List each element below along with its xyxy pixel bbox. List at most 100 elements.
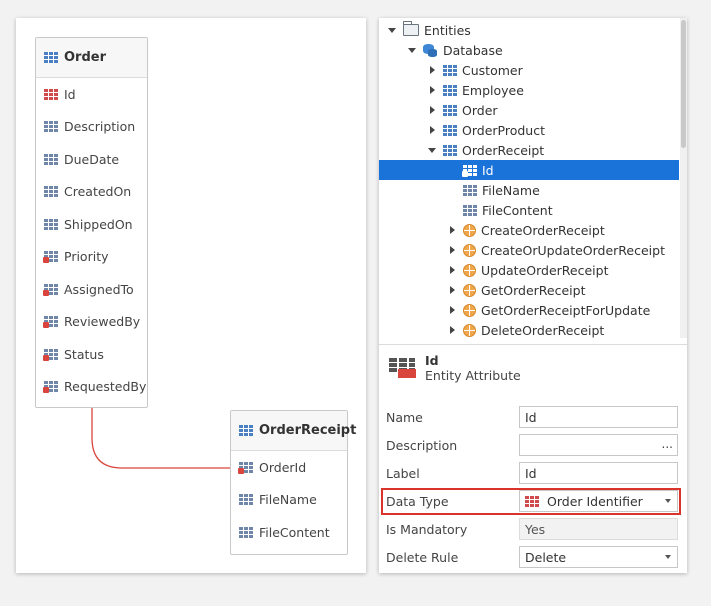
attribute-icon	[44, 153, 58, 165]
entity-attribute-row[interactable]: Status	[36, 338, 147, 371]
attribute-icon	[44, 121, 58, 133]
tree-item-label: GetOrderReceipt	[481, 282, 586, 298]
entity-icon	[44, 52, 58, 63]
tree-item[interactable]: OrderReceipt	[379, 140, 679, 160]
entity-attribute-name: Description	[64, 119, 136, 135]
collapsed-arrow-icon[interactable]	[427, 65, 437, 75]
entity-attribute-row[interactable]: FileContent	[231, 516, 347, 549]
tree-item[interactable]: CreateOrUpdateOrderReceipt	[379, 240, 679, 260]
entity-attribute-icon	[387, 357, 417, 379]
tree-item[interactable]: Database	[379, 40, 679, 60]
collapsed-arrow-icon[interactable]	[427, 85, 437, 95]
tree-item[interactable]: CreateOrderReceipt	[379, 220, 679, 240]
entity-attribute-row[interactable]: CreatedOn	[36, 176, 147, 209]
collapsed-arrow-icon[interactable]	[447, 265, 457, 275]
entity-attribute-row[interactable]: RequestedBy	[36, 371, 147, 404]
entity-icon	[443, 104, 457, 116]
is-mandatory-field: Yes	[519, 518, 678, 540]
entity-attribute-name: Priority	[64, 249, 109, 265]
order-receipt-attribute-list: OrderId FileName FileContent	[231, 451, 347, 549]
tree-item-label: Employee	[462, 82, 524, 98]
entity-attribute-row[interactable]: DueDate	[36, 143, 147, 176]
tree-item-label: Id	[482, 162, 494, 178]
entity-attribute-name: CreatedOn	[64, 184, 132, 200]
entity-action-icon	[463, 263, 476, 277]
tree-item[interactable]: FileContent	[379, 200, 679, 220]
entity-attribute-row[interactable]: Description	[36, 111, 147, 144]
entity-attribute-row[interactable]: ReviewedBy	[36, 306, 147, 339]
order-entity-header[interactable]: Order	[36, 38, 147, 78]
tree-item[interactable]: Employee	[379, 80, 679, 100]
properties-title: Id	[425, 352, 439, 368]
collapsed-arrow-icon[interactable]	[447, 245, 457, 255]
entity-attribute-row[interactable]: ShippedOn	[36, 208, 147, 241]
order-receipt-entity-card[interactable]: OrderReceipt OrderId FileName FileContent	[230, 410, 356, 555]
data-type-label: Data Type	[386, 493, 449, 509]
tree-item-label: OrderProduct	[462, 122, 545, 138]
collapsed-arrow-icon[interactable]	[447, 285, 457, 295]
entity-attribute-row[interactable]: OrderId	[231, 451, 347, 484]
tree-item[interactable]: Customer	[379, 60, 679, 80]
tree-item[interactable]: OrderProduct	[379, 120, 679, 140]
expanded-arrow-icon[interactable]	[407, 45, 417, 55]
tree-item[interactable]: Entities	[379, 20, 679, 40]
prop-row-label: Label Id	[379, 459, 687, 487]
delete-rule-dropdown[interactable]: Delete	[519, 546, 678, 568]
primary-key-icon	[44, 88, 58, 100]
collapsed-arrow-icon[interactable]	[447, 305, 457, 315]
tree-item[interactable]: GetOrderReceipt	[379, 280, 679, 300]
tree-item[interactable]: Id	[379, 160, 679, 180]
order-entity-name: Order	[64, 50, 106, 65]
expanded-arrow-icon[interactable]	[387, 25, 397, 35]
identifier-icon	[525, 495, 539, 507]
name-value: Id	[525, 409, 537, 425]
prop-row-name: Name Id	[379, 403, 687, 431]
entity-attribute-name: DueDate	[64, 151, 120, 167]
elements-tree[interactable]: Entities Database Customer Employee Order Ord…	[379, 20, 679, 340]
tree-item[interactable]: DeleteOrderReceipt	[379, 320, 679, 340]
collapsed-arrow-icon[interactable]	[427, 105, 437, 115]
tree-scrollbar[interactable]	[680, 18, 687, 338]
entity-attribute-row[interactable]: AssignedTo	[36, 273, 147, 306]
data-type-dropdown[interactable]: Order Identifier	[519, 490, 678, 512]
collapsed-arrow-icon[interactable]	[447, 225, 457, 235]
chevron-down-icon[interactable]	[665, 555, 671, 559]
tree-item-label: FileName	[482, 182, 540, 198]
folder-icon	[403, 21, 419, 36]
label-value: Id	[525, 465, 537, 481]
tree-scrollbar-thumb[interactable]	[681, 20, 686, 148]
attribute-icon	[463, 204, 477, 216]
prop-row-is-mandatory: Is Mandatory Yes	[379, 515, 687, 543]
name-field[interactable]: Id	[519, 406, 678, 428]
collapsed-arrow-icon[interactable]	[447, 325, 457, 335]
is-mandatory-value: Yes	[525, 521, 546, 537]
tree-item[interactable]: FileName	[379, 180, 679, 200]
attribute-icon	[44, 218, 58, 230]
prop-row-description: Description ...	[379, 431, 687, 459]
tree-item[interactable]: GetOrderReceiptForUpdate	[379, 300, 679, 320]
entity-attribute-name: OrderId	[259, 459, 307, 475]
label-field[interactable]: Id	[519, 462, 678, 484]
entity-attribute-row[interactable]: Priority	[36, 241, 147, 274]
expanded-arrow-icon[interactable]	[427, 145, 437, 155]
name-label: Name	[386, 409, 423, 425]
entity-attribute-row[interactable]: Id	[36, 78, 147, 111]
entity-icon	[443, 84, 457, 96]
attribute-icon	[463, 184, 477, 196]
collapsed-arrow-icon[interactable]	[427, 125, 437, 135]
entity-attribute-name: FileName	[259, 492, 317, 508]
entity-diagram-canvas[interactable]: Order Id Description DueDate CreatedOn Shipp…	[16, 18, 366, 573]
description-field[interactable]: ...	[519, 434, 678, 456]
tree-item[interactable]: Order	[379, 100, 679, 120]
description-expand-button[interactable]: ...	[662, 437, 673, 451]
order-receipt-entity-header[interactable]: OrderReceipt	[231, 411, 356, 451]
entity-attribute-row[interactable]: FileName	[231, 484, 347, 517]
order-entity-card[interactable]: Order Id Description DueDate CreatedOn Shipp…	[35, 37, 148, 408]
label-label: Label	[386, 465, 420, 481]
tree-item[interactable]: UpdateOrderReceipt	[379, 260, 679, 280]
prop-row-data-type: Data Type Order Identifier	[379, 487, 687, 515]
delete-rule-label: Delete Rule	[386, 549, 459, 565]
entity-attribute-name: Id	[64, 86, 76, 102]
chevron-down-icon[interactable]	[665, 499, 671, 503]
tree-item-label: CreateOrUpdateOrderReceipt	[481, 242, 665, 258]
